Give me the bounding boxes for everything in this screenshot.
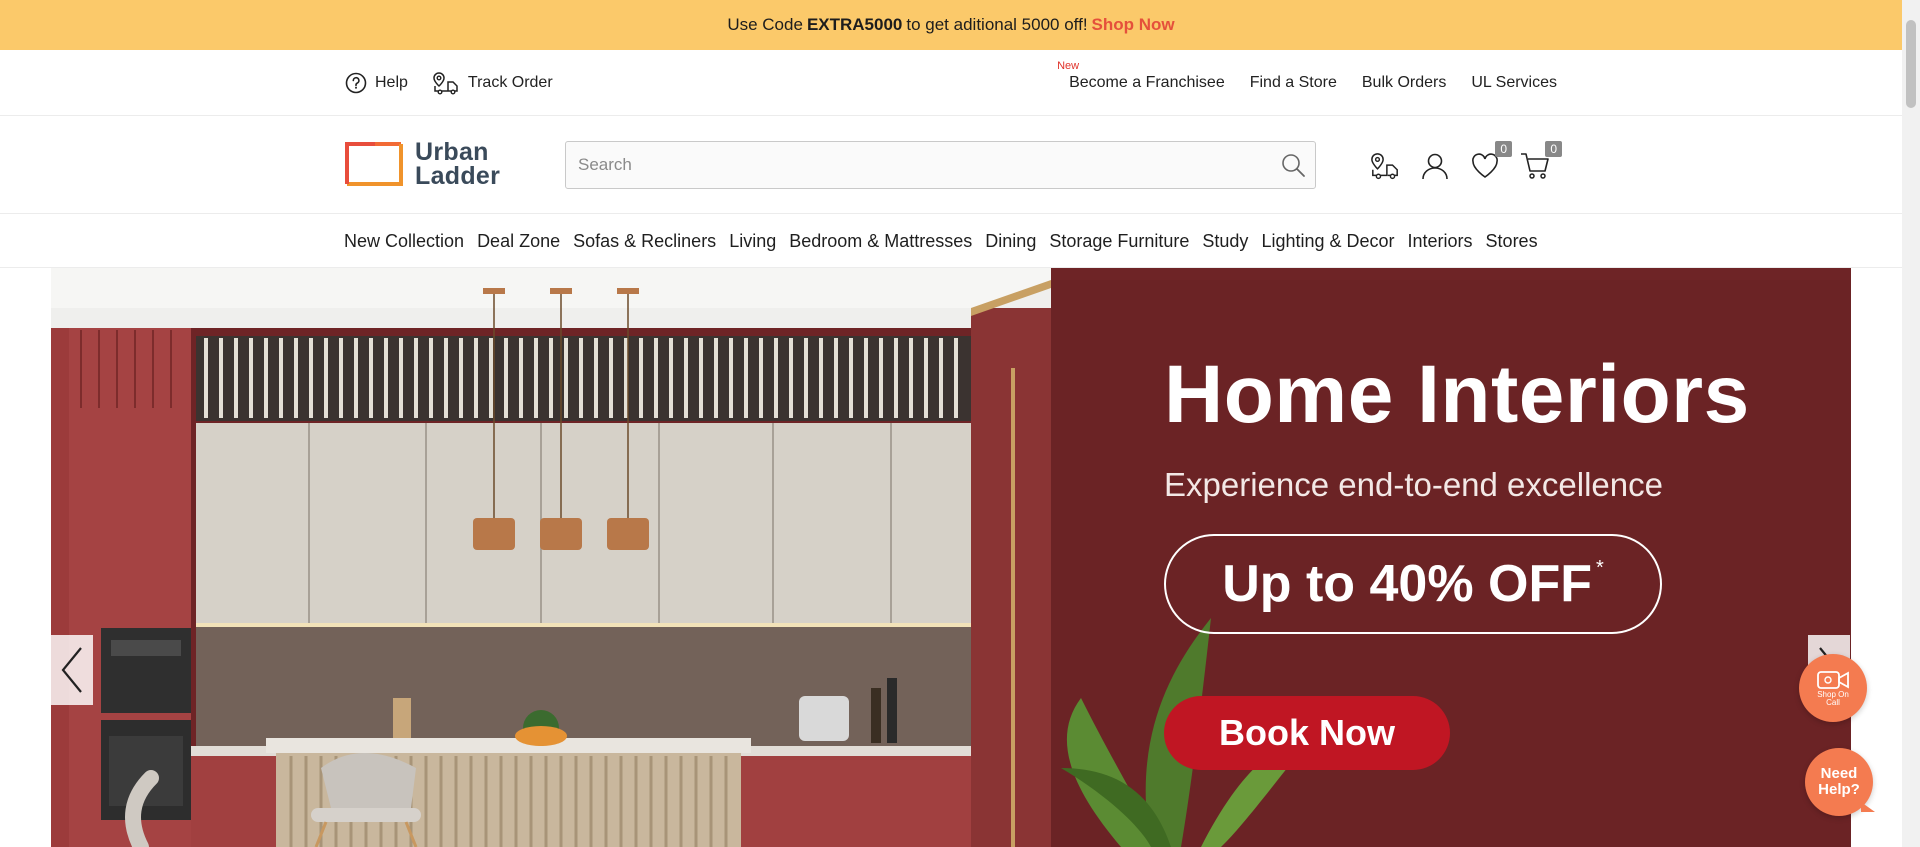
book-now-button[interactable]: Book Now [1164, 696, 1450, 770]
nav-bedroom-mattresses[interactable]: Bedroom & Mattresses [789, 231, 972, 252]
nav-dining[interactable]: Dining [985, 231, 1036, 252]
shop-now-link[interactable]: Shop Now [1092, 15, 1175, 35]
urban-ladder-logo[interactable]: Urban Ladder [345, 139, 507, 189]
track-order-icon [433, 72, 458, 95]
promo-prefix: Use Code [727, 15, 803, 34]
nav-sofas-recliners[interactable]: Sofas & Recliners [573, 231, 716, 252]
cart-button[interactable]: 0 [1520, 141, 1562, 182]
heart-icon [1472, 153, 1498, 178]
search-icon [1282, 154, 1305, 177]
promo-code: EXTRA5000 [806, 15, 903, 34]
need-help-label-2: Help? [1818, 781, 1860, 798]
utility-bar: Help Track Order New Become a Franchisee… [0, 50, 1902, 116]
category-nav: New Collection Deal Zone Sofas & Recline… [0, 214, 1902, 268]
logo-text-urban: Urban [415, 138, 489, 166]
become-franchisee-label: Become a Franchisee [1069, 74, 1225, 91]
main-header: Urban Ladder 0 0 [0, 116, 1902, 214]
new-badge: New [1057, 60, 1080, 72]
logo-text-ladder: Ladder [415, 162, 501, 190]
track-order-label: Track Order [467, 74, 553, 91]
find-store-link[interactable]: Find a Store [1250, 74, 1337, 92]
video-call-icon [1817, 671, 1849, 689]
nav-lighting-decor[interactable]: Lighting & Decor [1261, 231, 1394, 252]
help-icon [345, 72, 367, 94]
promo-bar: Use Code EXTRA5000 to get aditional 5000… [0, 0, 1902, 50]
track-order-link[interactable]: Track Order [432, 71, 553, 95]
bulk-orders-link[interactable]: Bulk Orders [1362, 74, 1446, 92]
hero-offer-pill: Up to 40% OFF * [1164, 534, 1662, 634]
nav-new-collection[interactable]: New Collection [344, 231, 464, 252]
search-button[interactable] [1271, 143, 1315, 187]
carousel-prev-button[interactable] [51, 635, 93, 705]
help-link[interactable]: Help [345, 72, 408, 94]
logo-mark-icon [345, 142, 403, 186]
wishlist-button[interactable]: 0 [1470, 141, 1512, 182]
shop-on-call-label-2: Call [1826, 698, 1840, 707]
account-button[interactable] [1420, 150, 1450, 182]
cart-count-badge: 0 [1545, 141, 1562, 157]
hero-title: Home Interiors [1164, 349, 1750, 440]
page-scrollbar[interactable] [1902, 0, 1920, 847]
help-label: Help [375, 74, 408, 91]
store-locator-icon [1371, 153, 1398, 180]
nav-stores[interactable]: Stores [1486, 231, 1538, 252]
chevron-left-icon [61, 647, 82, 693]
become-franchisee-link[interactable]: New Become a Franchisee [1057, 60, 1225, 92]
search-input[interactable] [566, 142, 1271, 188]
hero-offer-asterisk: * [1596, 556, 1604, 579]
hero-subtitle: Experience end-to-end excellence [1164, 466, 1663, 503]
user-icon [1422, 153, 1448, 180]
ul-services-link[interactable]: UL Services [1471, 74, 1557, 92]
nav-study[interactable]: Study [1202, 231, 1248, 252]
hero-offer-text: Up to 40% OFF [1222, 555, 1592, 613]
scrollbar-thumb[interactable] [1906, 20, 1916, 108]
nav-deal-zone[interactable]: Deal Zone [477, 231, 560, 252]
nav-living[interactable]: Living [729, 231, 776, 252]
hero-banner[interactable]: Home Interiors Experience end-to-end exc… [51, 268, 1851, 847]
nav-interiors[interactable]: Interiors [1408, 231, 1473, 252]
wishlist-count-badge: 0 [1495, 141, 1512, 157]
store-locator-button[interactable] [1370, 150, 1400, 182]
nav-storage-furniture[interactable]: Storage Furniture [1049, 231, 1189, 252]
promo-suffix: to get aditional 5000 off! [906, 15, 1088, 34]
need-help-label-1: Need [1820, 765, 1858, 782]
need-help-button[interactable]: Need Help? [1805, 748, 1875, 816]
search-bar [565, 141, 1316, 189]
shop-on-call-button[interactable]: Shop On Call [1799, 654, 1867, 722]
